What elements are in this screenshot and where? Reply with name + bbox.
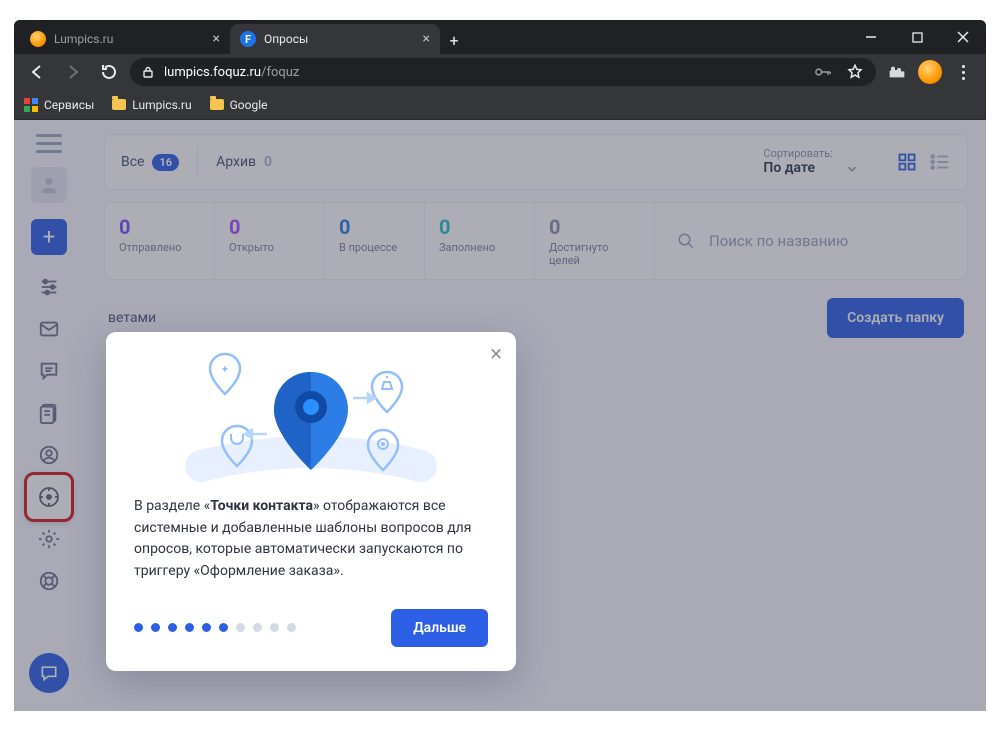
close-icon[interactable]: × [490,342,502,367]
apps-icon [24,98,38,112]
step-dot[interactable] [236,623,245,632]
toolbar: lumpics.foquz.ru/foquz [14,54,986,90]
illustration: ✦ [134,352,488,482]
step-dot[interactable] [253,623,262,632]
popup-text: В разделе «Точки контакта» отображаются … [134,496,488,583]
tab-lumpics[interactable]: Lumpics.ru × [20,24,230,54]
star-icon[interactable] [846,63,864,81]
address-bar[interactable]: lumpics.foquz.ru/foquz [130,58,876,86]
maximize-button[interactable] [894,22,940,52]
step-dots [134,623,296,632]
minimize-button[interactable] [848,22,894,52]
close-window-button[interactable] [940,22,986,52]
folder-icon [210,99,224,110]
next-button[interactable]: Дальше [391,609,488,647]
bookmark-apps[interactable]: Сервисы [24,98,94,112]
onboarding-popup: × ✦ [106,332,516,671]
bookmark-folder-google[interactable]: Google [210,98,268,112]
folder-icon [112,99,126,110]
svg-text:✦: ✦ [220,363,229,376]
extensions-button[interactable] [882,57,912,87]
step-dot[interactable] [168,623,177,632]
back-button[interactable] [22,57,52,87]
reload-button[interactable] [94,57,124,87]
url-text: lumpics.foquz.ru/foquz [164,65,299,80]
bookmark-label: Lumpics.ru [132,98,191,112]
bookmark-label: Сервисы [44,98,94,112]
step-dot[interactable] [270,623,279,632]
step-dot[interactable] [134,623,143,632]
bookmark-label: Google [230,98,268,112]
bookmark-folder-lumpics[interactable]: Lumpics.ru [112,98,191,112]
browser-window: Lumpics.ru × F Опросы × + lumpics.foquz [14,20,986,711]
menu-button[interactable] [948,57,978,87]
step-dot[interactable] [151,623,160,632]
close-tab-icon[interactable]: × [213,31,220,47]
app-viewport: + Все [14,120,986,711]
tab-foquz[interactable]: F Опросы × [230,24,440,54]
bookmarks-bar: Сервисы Lumpics.ru Google [14,90,986,120]
forward-button[interactable] [58,57,88,87]
favicon: F [240,31,256,47]
lock-icon [142,66,154,78]
step-dot[interactable] [185,623,194,632]
tab-label: Опросы [264,32,415,46]
profile-avatar[interactable] [918,60,942,84]
window-controls [848,20,986,54]
tab-label: Lumpics.ru [54,32,205,46]
tab-strip: Lumpics.ru × F Опросы × + [14,20,986,54]
new-tab-button[interactable]: + [440,26,468,54]
key-icon[interactable] [814,67,832,77]
step-dot[interactable] [287,623,296,632]
step-dot[interactable] [219,623,228,632]
step-dot[interactable] [202,623,211,632]
close-tab-icon[interactable]: × [423,31,430,47]
favicon [30,31,46,47]
